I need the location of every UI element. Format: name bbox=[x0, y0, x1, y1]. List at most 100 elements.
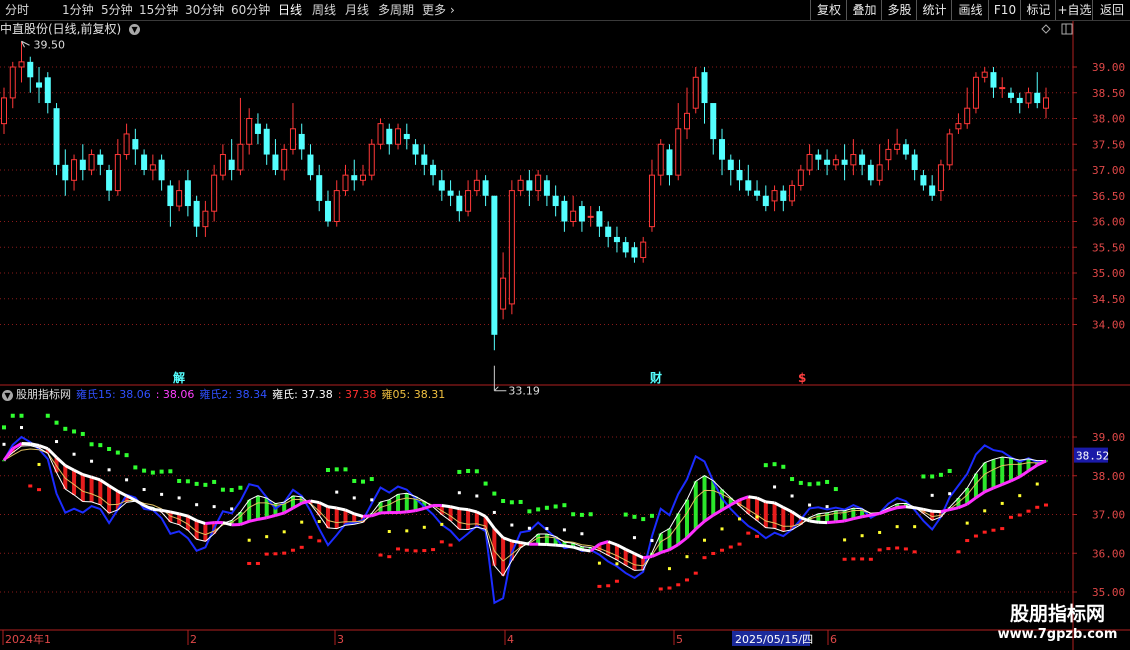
indicator-line-slow bbox=[957, 502, 968, 510]
indicator-value-3: 雍氏: 37.38 bbox=[272, 388, 333, 401]
indicator-line-slow bbox=[275, 511, 285, 517]
indicator-bar bbox=[877, 512, 882, 514]
candle-up bbox=[360, 174, 367, 181]
sar-dot-lower bbox=[439, 540, 444, 544]
low-arrow bbox=[493, 386, 507, 392]
event-marker: 解 bbox=[173, 370, 185, 385]
indicator-line-slow bbox=[38, 444, 49, 451]
toolbar-button-6[interactable]: 标记 bbox=[1020, 0, 1056, 20]
indicator-line-slow bbox=[117, 489, 128, 498]
indicator-line-slow bbox=[11, 442, 23, 450]
sar-dot-lower bbox=[702, 556, 707, 560]
toolbar-button-1[interactable]: 叠加 bbox=[846, 0, 882, 20]
sar-dot-yellow bbox=[1000, 501, 1004, 505]
period-tab-0[interactable]: 分时 bbox=[5, 0, 29, 20]
indicator-bar bbox=[299, 496, 304, 504]
candle-down bbox=[263, 128, 270, 155]
candle-down bbox=[1007, 92, 1014, 98]
period-tab-10[interactable]: 更多 bbox=[422, 0, 446, 20]
indicator-line-slow bbox=[564, 544, 574, 549]
candle-down bbox=[526, 180, 533, 191]
chevron-down-icon[interactable]: ▼ bbox=[129, 24, 141, 35]
candle-up bbox=[683, 112, 690, 130]
indicator-bar bbox=[1017, 460, 1022, 477]
sar-dot-lower bbox=[431, 548, 436, 552]
sar-dot-lower bbox=[1017, 513, 1022, 517]
sar-dot-lower bbox=[676, 583, 681, 587]
indicator-line-slow bbox=[196, 519, 206, 525]
indicator-line-slow bbox=[353, 512, 364, 518]
sar-dot-lower bbox=[755, 534, 760, 538]
candle-down bbox=[745, 180, 752, 191]
sar-dot-upper bbox=[483, 481, 488, 486]
indicator-line-slow bbox=[572, 545, 583, 552]
candle-up bbox=[88, 154, 95, 171]
period-tab-4[interactable]: 30分钟 bbox=[185, 0, 224, 20]
sar-dot-upper bbox=[369, 477, 374, 482]
sar-dot-yellow bbox=[703, 538, 707, 542]
toolbar-button-7[interactable]: +自选 bbox=[1055, 0, 1093, 20]
candle-down bbox=[193, 200, 200, 227]
chevron-right-icon[interactable]: › bbox=[450, 0, 455, 20]
period-tab-6[interactable]: 日线 bbox=[278, 0, 302, 20]
indicator-line-slow bbox=[55, 456, 67, 467]
candle-up bbox=[876, 164, 883, 181]
period-tab-9[interactable]: 多周期 bbox=[378, 0, 414, 20]
sar-dot-upper bbox=[98, 443, 103, 448]
sar-dot-yellow bbox=[247, 538, 251, 542]
sar-dot-yellow bbox=[282, 530, 286, 534]
indicator-bar bbox=[369, 513, 374, 516]
candle-up bbox=[500, 277, 507, 310]
sar-dot-upper bbox=[825, 479, 830, 484]
price-axis-label: 36.50 bbox=[1092, 190, 1125, 203]
period-tab-5[interactable]: 60分钟 bbox=[231, 0, 270, 20]
indicator-bar bbox=[273, 503, 278, 516]
indicator-bar bbox=[220, 522, 225, 524]
sar-dot-upper bbox=[325, 468, 330, 472]
toolbar-button-5[interactable]: F10 bbox=[988, 0, 1021, 20]
watermark-title: 股朋指标网 bbox=[1009, 603, 1105, 625]
sar-dot-lower bbox=[728, 545, 733, 549]
period-tab-8[interactable]: 月线 bbox=[345, 0, 369, 20]
sar-dot-yellow bbox=[913, 525, 917, 529]
indicator-line-slow bbox=[685, 527, 697, 539]
toolbar-button-8[interactable]: 返回 bbox=[1092, 0, 1130, 20]
candle-down bbox=[36, 82, 43, 88]
sar-dot-white bbox=[125, 478, 129, 482]
indicator-bar bbox=[396, 494, 401, 513]
sar-dot-white bbox=[650, 539, 654, 543]
indicator-line-slow bbox=[677, 536, 688, 546]
indicator-bar bbox=[947, 507, 952, 510]
sar-dot-upper bbox=[781, 464, 786, 469]
sar-dot-upper bbox=[763, 463, 768, 468]
period-tab-7[interactable]: 周线 bbox=[312, 0, 336, 20]
sar-dot-white bbox=[177, 496, 181, 500]
sar-dot-upper bbox=[54, 420, 59, 425]
chevron-down-icon[interactable]: ▼ bbox=[2, 389, 13, 401]
sar-dot-white bbox=[562, 528, 566, 532]
sar-dot-lower bbox=[982, 530, 987, 534]
indicator-line-slow bbox=[694, 520, 706, 531]
period-tab-2[interactable]: 5分钟 bbox=[101, 0, 133, 20]
kline-chart-area[interactable]: 39.00 38.50 38.00 37.50 37.00 36.50 36.00 35.50… bbox=[0, 0, 1130, 650]
toolbar-button-3[interactable]: 统计 bbox=[916, 0, 952, 20]
sar-dot-upper bbox=[562, 503, 567, 508]
toolbar-button-0[interactable]: 复权 bbox=[810, 0, 847, 20]
indicator-bar bbox=[343, 509, 348, 526]
watermark: 股朋指标网 www.7gpzb.com bbox=[985, 600, 1130, 650]
indicator-line-slow bbox=[239, 519, 250, 526]
candle-down bbox=[438, 180, 445, 191]
candle-down bbox=[824, 159, 831, 165]
sar-dot-white bbox=[20, 426, 24, 430]
indicator-line-slow bbox=[222, 521, 233, 527]
sar-dot-lower bbox=[868, 557, 873, 561]
sar-dot-yellow bbox=[1018, 494, 1022, 498]
toolbar-button-4[interactable]: 画线 bbox=[951, 0, 989, 20]
time-axis-label: 4 bbox=[507, 633, 514, 646]
sar-dot-white bbox=[72, 452, 76, 456]
period-tab-1[interactable]: 1分钟 bbox=[62, 0, 94, 20]
sar-dot-yellow bbox=[667, 567, 671, 571]
toolbar-button-2[interactable]: 多股 bbox=[881, 0, 917, 20]
indicator-line-slow bbox=[923, 507, 933, 513]
period-tab-3[interactable]: 15分钟 bbox=[139, 0, 178, 20]
